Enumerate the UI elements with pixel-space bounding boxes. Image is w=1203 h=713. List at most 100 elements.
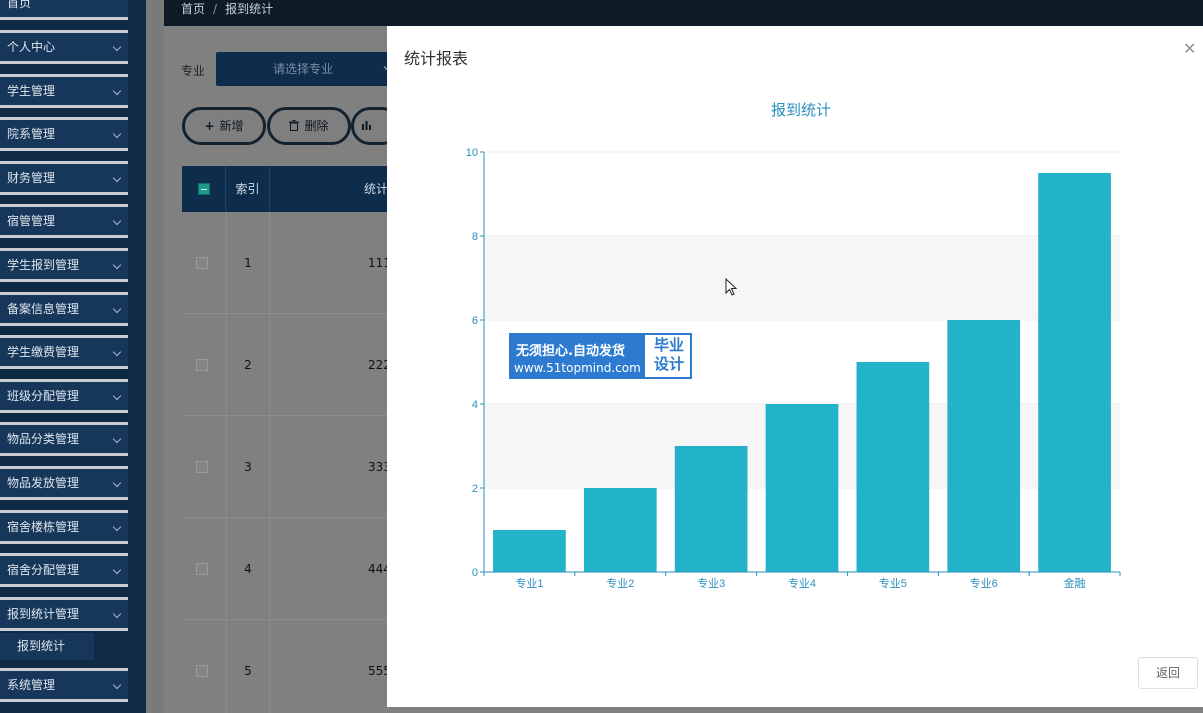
chevron-down-icon (112, 347, 122, 357)
chevron-down-icon (112, 391, 122, 401)
sidebar-item-label: 首页 (7, 0, 32, 10)
sidebar-item-label: 宿舍分配管理 (7, 563, 80, 577)
sidebar-item-label: 备案信息管理 (7, 302, 80, 316)
table-row[interactable]: 3 333 (182, 416, 391, 518)
sidebar-item-label: 报到统计管理 (7, 607, 80, 621)
grid-band (484, 152, 1120, 236)
sidebar-item-dorm-buildings[interactable]: 宿舍楼栋管理 (0, 510, 128, 544)
plus-icon: + (204, 119, 215, 133)
sidebar-item-label: 宿管管理 (7, 214, 56, 228)
chevron-down-icon (112, 42, 122, 52)
sidebar-item-item-distribution[interactable]: 物品发放管理 (0, 466, 128, 500)
sidebar-subitem-label: 报到统计 (17, 639, 66, 653)
y-tick-label: 6 (472, 315, 478, 327)
sidebar-item-label: 物品发放管理 (7, 476, 80, 490)
chevron-down-icon (112, 565, 122, 575)
table-row[interactable]: 5 555 (182, 620, 391, 713)
table-row[interactable]: 4 444 (182, 518, 391, 620)
sidebar-subitem-checkin-stats[interactable]: 报到统计 (0, 633, 94, 660)
mouse-cursor-icon (725, 278, 738, 296)
row-checkbox[interactable] (196, 665, 208, 677)
major-filter-label: 专业 (181, 64, 206, 78)
y-tick-label: 0 (472, 567, 478, 579)
x-tick-label: 专业6 (970, 576, 998, 590)
x-tick-label: 专业3 (697, 576, 725, 590)
chevron-down-icon (112, 86, 122, 96)
x-tick-label: 专业5 (879, 576, 907, 590)
row-index: 4 (226, 518, 270, 620)
y-tick-label: 10 (466, 147, 478, 159)
bar-专业5 (856, 362, 930, 572)
sidebar-item-records[interactable]: 备案信息管理 (0, 292, 128, 326)
sidebar-item-label: 学生缴费管理 (7, 345, 80, 359)
sidebar-item-label: 物品分类管理 (7, 432, 80, 446)
table-row[interactable]: 2 222 (182, 314, 391, 416)
sidebar-item-home[interactable]: 首页 (0, 0, 128, 20)
watermark-right2: 设计 (653, 355, 684, 373)
x-tick-label: 专业2 (606, 576, 634, 590)
chevron-down-icon (112, 304, 122, 314)
sidebar-item-personal-center[interactable]: 个人中心 (0, 30, 128, 64)
sidebar-item-system[interactable]: 系统管理 (0, 668, 128, 702)
sidebar-item-label: 系统管理 (7, 678, 56, 692)
delete-button-label: 删除 (304, 119, 329, 133)
bar-金融 (1038, 173, 1111, 572)
sidebar-item-student-checkin[interactable]: 学生报到管理 (0, 248, 128, 282)
breadcrumb-home[interactable]: 首页 (181, 2, 205, 16)
sidebar-item-payments[interactable]: 学生缴费管理 (0, 335, 128, 369)
select-all-cell[interactable] (182, 166, 226, 212)
sidebar-item-label: 学生报到管理 (7, 258, 80, 272)
sidebar-item-finance[interactable]: 财务管理 (0, 161, 128, 195)
chevron-down-icon (112, 680, 122, 690)
x-tick-label: 专业4 (788, 576, 816, 590)
breadcrumb: 首页 / 报到统计 (164, 0, 1203, 26)
row-checkbox[interactable] (196, 359, 208, 371)
row-checkbox[interactable] (196, 461, 208, 473)
sidebar-item-item-category[interactable]: 物品分类管理 (0, 422, 128, 456)
sidebar-item-departments[interactable]: 院系管理 (0, 117, 128, 151)
sidebar-item-dorm-assign[interactable]: 宿舍分配管理 (0, 553, 128, 587)
sidebar-item-label: 财务管理 (7, 171, 56, 185)
chevron-down-icon (112, 216, 122, 226)
row-index: 5 (226, 620, 270, 713)
sidebar: 首页 个人中心 学生管理 院系管理 财务管理 宿管管理 学生报到管理 备案信息管… (0, 0, 146, 713)
row-index: 3 (226, 416, 270, 518)
chevron-down-icon (112, 260, 122, 270)
table-body: 1 111 2 222 3 333 4 444 5 555 (182, 212, 391, 713)
sidebar-item-label: 班级分配管理 (7, 389, 80, 403)
major-select[interactable]: 请选择专业 (216, 52, 396, 86)
sidebar-item-label: 学生管理 (7, 84, 56, 98)
y-tick-label: 8 (472, 231, 478, 243)
watermark-line1: 无须担心.自动发货 (516, 344, 625, 359)
row-index: 1 (226, 212, 270, 314)
watermark-line2: www.51topmind.com (514, 361, 641, 375)
grid-band (484, 236, 1120, 320)
chevron-down-icon (112, 129, 122, 139)
sidebar-item-class-assign[interactable]: 班级分配管理 (0, 379, 128, 413)
y-tick-label: 4 (472, 399, 478, 411)
trash-icon (289, 120, 300, 131)
sidebar-item-dorm-admin[interactable]: 宿管管理 (0, 204, 128, 238)
table-row[interactable]: 1 111 (182, 212, 391, 314)
watermark-logo: 无须担心.自动发货 www.51topmind.com 毕业 设计 (509, 333, 692, 379)
y-tick-label: 2 (472, 483, 478, 495)
bar-专业4 (765, 404, 839, 572)
add-button[interactable]: + 新增 (182, 107, 266, 145)
bar-专业6 (947, 320, 1021, 572)
sidebar-item-students[interactable]: 学生管理 (0, 74, 128, 108)
chevron-down-icon (112, 173, 122, 183)
row-checkbox[interactable] (196, 563, 208, 575)
bar-专业2 (583, 488, 657, 572)
sidebar-item-checkin-stats[interactable]: 报到统计管理 (0, 597, 128, 631)
row-checkbox[interactable] (196, 257, 208, 269)
return-button[interactable]: 返回 (1138, 657, 1198, 689)
header-stat[interactable]: 统计 (270, 166, 388, 212)
bar-专业1 (493, 530, 566, 572)
select-all-checkbox[interactable] (198, 183, 210, 195)
major-select-placeholder: 请选择专业 (273, 62, 334, 76)
row-index: 2 (226, 314, 270, 416)
bar-chart-icon (361, 121, 371, 130)
delete-button[interactable]: 删除 (267, 107, 351, 145)
chevron-down-icon (112, 609, 122, 619)
header-index[interactable]: 索引 (226, 166, 270, 212)
